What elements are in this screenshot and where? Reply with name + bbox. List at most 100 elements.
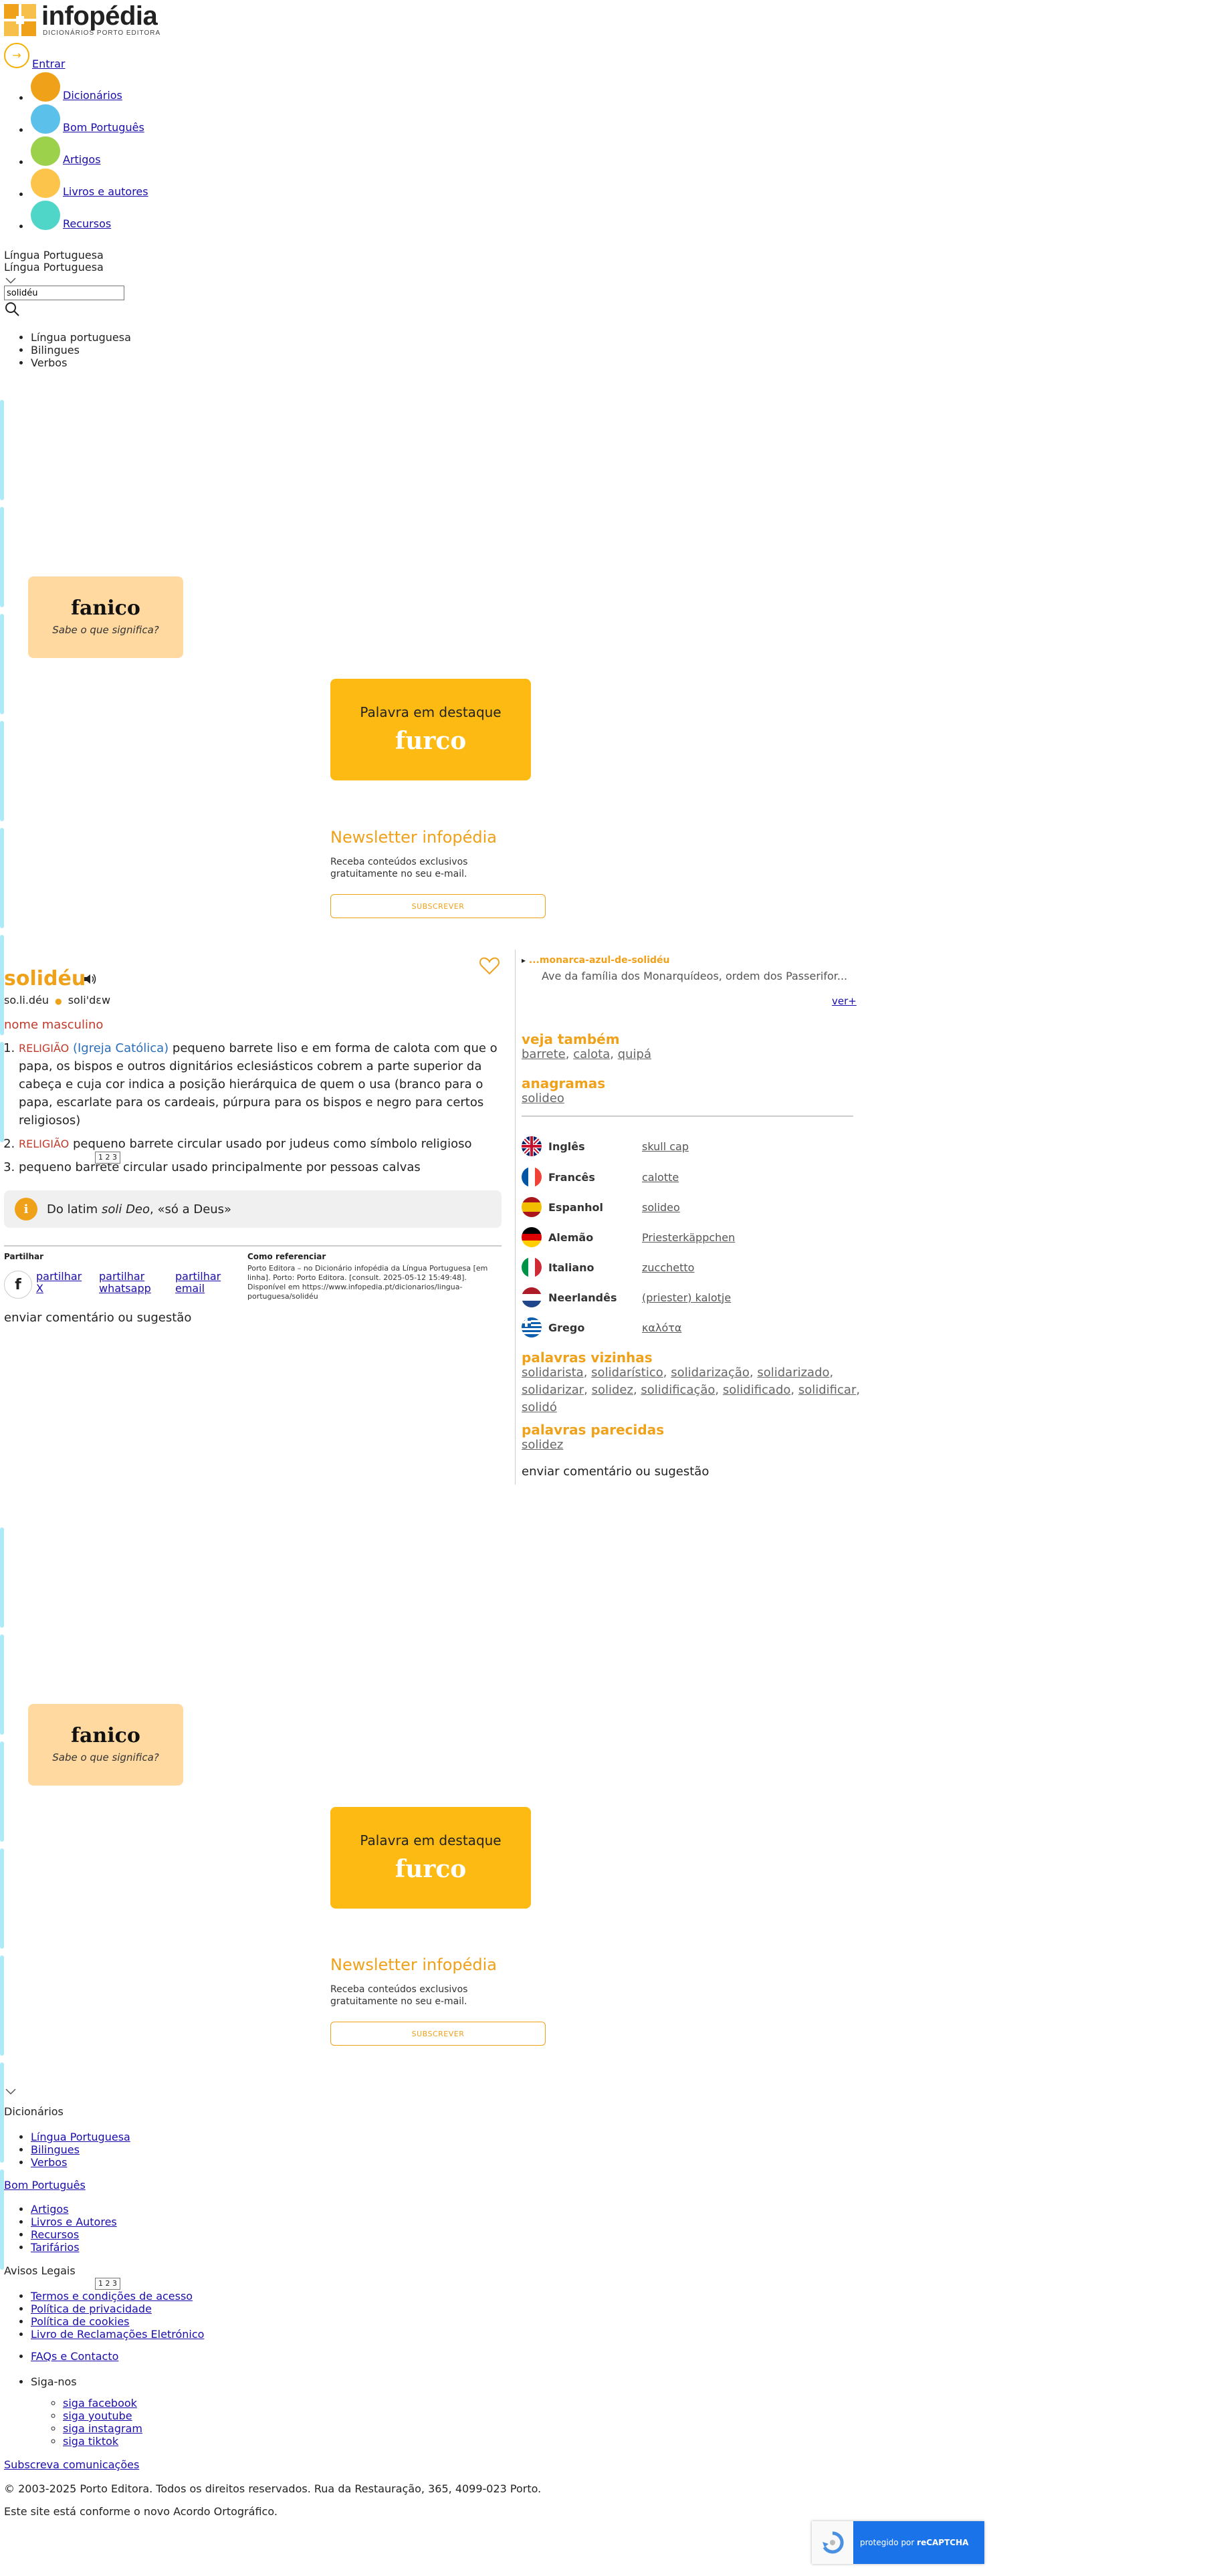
- footer-bom-portugues[interactable]: Bom Português: [4, 2179, 86, 2191]
- dict-type-item[interactable]: Língua portuguesa: [31, 331, 131, 344]
- nav-label[interactable]: Dicionários: [63, 89, 122, 102]
- chevron-down-icon[interactable]: [5, 274, 16, 284]
- neighbor-link[interactable]: solidificado: [723, 1383, 791, 1397]
- nav-item-dicionarios[interactable]: Dicionários: [31, 72, 298, 104]
- nav-item-bom-portugues[interactable]: Bom Português: [31, 104, 298, 136]
- tiktok-link[interactable]: siga tiktok: [63, 2435, 118, 2448]
- feedback-link[interactable]: enviar comentário ou sugestão: [522, 1465, 709, 1479]
- sense-list: RELIGIÃO (Igreja Católica) pequeno barre…: [4, 1039, 502, 1182]
- footer-link[interactable]: Política de privacidade: [31, 2302, 152, 2315]
- nav-label[interactable]: Bom Português: [63, 121, 144, 134]
- translation-row[interactable]: Francês calotte: [522, 1164, 679, 1190]
- quiz-word: fanico: [71, 1724, 140, 1747]
- search-input[interactable]: [4, 286, 124, 300]
- word-quiz-card[interactable]: fanico Sabe o que significa?: [28, 1704, 183, 1786]
- decorative-bar: [0, 1848, 4, 1949]
- favorite-heart-icon[interactable]: [479, 956, 500, 975]
- see-also-link[interactable]: barrete: [522, 1047, 566, 1061]
- footer-link[interactable]: Língua Portuguesa: [31, 2131, 130, 2143]
- login-icon[interactable]: →: [4, 42, 29, 68]
- translation-row[interactable]: Italiano zucchetto: [522, 1254, 694, 1281]
- facebook-link[interactable]: siga facebook: [63, 2397, 137, 2409]
- nav-item-livros[interactable]: Livros e autores: [31, 169, 298, 201]
- subscribe-button[interactable]: SUBSCREVER: [330, 894, 546, 918]
- nav-item-artigos[interactable]: Artigos: [31, 136, 298, 169]
- facebook-share-icon[interactable]: f: [4, 1271, 32, 1299]
- translation-word[interactable]: skull cap: [642, 1140, 689, 1153]
- featured-word-card[interactable]: Palavra em destaque furco: [330, 1807, 531, 1909]
- neighbor-link[interactable]: solidarizado: [757, 1366, 829, 1380]
- nav-item-recursos[interactable]: Recursos: [31, 201, 298, 233]
- translation-word[interactable]: solideo: [642, 1201, 680, 1214]
- neighbor-link[interactable]: solidarístico: [591, 1366, 663, 1380]
- youtube-link[interactable]: siga youtube: [63, 2409, 132, 2422]
- neighbor-link[interactable]: solidificar: [798, 1383, 856, 1397]
- share-email-link[interactable]: partilhar email: [175, 1271, 235, 1295]
- bom-portugues-icon: [31, 104, 60, 134]
- nav-label[interactable]: Recursos: [63, 217, 111, 230]
- dict-type-item[interactable]: Verbos: [31, 356, 131, 369]
- footer-more-list: Artigos Livros e Autores Recursos Tarifá…: [4, 2203, 117, 2254]
- neighbor-link[interactable]: solidez: [592, 1383, 633, 1397]
- instagram-link[interactable]: siga instagram: [63, 2422, 142, 2435]
- translation-row[interactable]: Espanhol solideo: [522, 1194, 680, 1220]
- neighbor-link[interactable]: solidó: [522, 1400, 557, 1414]
- footer-link[interactable]: Artigos: [31, 2203, 69, 2216]
- footer-link[interactable]: Termos e condições de acesso: [31, 2290, 193, 2302]
- footer-link[interactable]: Bilingues: [31, 2143, 80, 2156]
- login-label[interactable]: Entrar: [32, 58, 65, 70]
- neighbor-link[interactable]: solidarizar: [522, 1383, 584, 1397]
- translation-row[interactable]: Neerlandês (priester) kalotje: [522, 1284, 731, 1311]
- word-quiz-card[interactable]: fanico Sabe o que significa?: [28, 576, 183, 658]
- dict-type-item[interactable]: Bilingues: [31, 344, 131, 356]
- similar-link[interactable]: solidez: [522, 1438, 563, 1452]
- footer-link[interactable]: Tarifários: [31, 2241, 80, 2254]
- italy-flag-icon: [522, 1257, 542, 1277]
- footer-link[interactable]: Livros e Autores: [31, 2216, 117, 2228]
- share-x-link[interactable]: partilhar X: [36, 1271, 90, 1295]
- neighbor-link[interactable]: solidarização: [671, 1366, 750, 1380]
- footer-link[interactable]: Verbos: [31, 2156, 67, 2169]
- neighbor-link[interactable]: solidarista: [522, 1366, 584, 1380]
- recaptcha-badge[interactable]: protegido por reCAPTCHA: [812, 2521, 984, 2564]
- language-select-display[interactable]: Língua Portuguesa: [4, 261, 104, 274]
- translation-row[interactable]: Alemão Priesterkäppchen: [522, 1224, 735, 1251]
- faq-link[interactable]: FAQs e Contacto: [31, 2350, 118, 2363]
- feedback-link[interactable]: enviar comentário ou sugestão: [4, 1311, 191, 1325]
- nav-label[interactable]: Livros e autores: [63, 185, 148, 198]
- language-select-value[interactable]: Língua Portuguesa: [4, 249, 104, 261]
- translation-word[interactable]: καλότα: [642, 1321, 681, 1334]
- translation-word[interactable]: zucchetto: [642, 1261, 694, 1274]
- chevron-down-icon[interactable]: [5, 2085, 16, 2098]
- share-whatsapp-link[interactable]: partilhar whatsapp: [99, 1271, 166, 1295]
- translation-language: Italiano: [548, 1261, 594, 1274]
- translation-row[interactable]: Inglês skull cap: [522, 1133, 689, 1160]
- logo-icon[interactable]: [4, 4, 36, 36]
- translation-row[interactable]: Grego καλότα: [522, 1314, 681, 1341]
- speaker-icon[interactable]: [83, 972, 98, 986]
- subscribe-button[interactable]: SUBSCREVER: [330, 2022, 546, 2046]
- footer-link[interactable]: Política de cookies: [31, 2315, 130, 2328]
- related-word[interactable]: ...monarca-azul-de-solidéu: [529, 955, 670, 966]
- login-link[interactable]: → Entrar: [4, 40, 65, 70]
- search-icon[interactable]: [4, 301, 20, 317]
- related-entry-link[interactable]: ▸ ...monarca-azul-de-solidéu: [522, 955, 669, 966]
- featured-word-card[interactable]: Palavra em destaque furco: [330, 679, 531, 780]
- more-link[interactable]: ver+: [832, 995, 857, 1007]
- subdomain-label[interactable]: (Igreja Católica): [73, 1041, 169, 1055]
- subscribe-comms-link[interactable]: Subscreva comunicações: [4, 2458, 139, 2471]
- logo-text[interactable]: infopédia: [41, 1, 158, 31]
- translation-word[interactable]: calotte: [642, 1171, 679, 1184]
- syllables: so.li.déu: [4, 994, 49, 1006]
- newsletter-title: Newsletter infopédia: [330, 1955, 497, 1974]
- anagram-link[interactable]: solideo: [522, 1091, 564, 1105]
- translation-word[interactable]: (priester) kalotje: [642, 1291, 731, 1304]
- footer-dicts-heading: Dicionários: [4, 2105, 64, 2118]
- translation-word[interactable]: Priesterkäppchen: [642, 1231, 735, 1244]
- see-also-link[interactable]: calota: [573, 1047, 610, 1061]
- footer-link[interactable]: Recursos: [31, 2228, 79, 2241]
- see-also-link[interactable]: quipá: [618, 1047, 651, 1061]
- footer-link[interactable]: Livro de Reclamações Eletrónico: [31, 2328, 204, 2341]
- neighbor-link[interactable]: solidificação: [641, 1383, 715, 1397]
- nav-label[interactable]: Artigos: [63, 153, 101, 166]
